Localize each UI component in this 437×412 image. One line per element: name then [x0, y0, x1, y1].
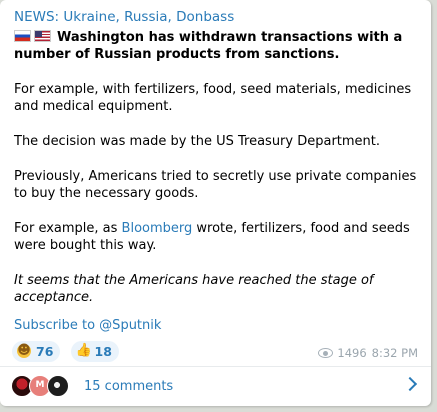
eye-icon: [318, 348, 334, 358]
comments-label[interactable]: 15 comments: [84, 379, 173, 394]
paragraph-3: Previously, Americans tried to secretly …: [14, 169, 417, 201]
post-headline: Washington has withdrawn transactions wi…: [14, 29, 419, 63]
comments-bar[interactable]: M 15 comments: [0, 367, 431, 406]
post-text: Washington has withdrawn transactions wi…: [14, 29, 419, 324]
avatar: [47, 375, 69, 397]
bloomberg-link[interactable]: Bloomberg: [122, 221, 193, 236]
message-time: 8:32 PM: [371, 346, 418, 360]
reaction-count: 18: [94, 343, 112, 359]
flags: [14, 29, 54, 46]
smile-emoji-icon: ☻: [17, 343, 31, 358]
channel-title[interactable]: NEWS: Ukraine, Russia, Donbass: [14, 9, 234, 25]
paragraph-4-prefix: For example, as: [14, 221, 122, 236]
reactions-bar: ☻ 76 👍 18: [12, 339, 124, 362]
paragraph-1: For example, with fertilizers, food, see…: [14, 82, 412, 114]
russia-flag-icon: [14, 30, 31, 42]
paragraph-2: The decision was made by the US Treasury…: [14, 134, 381, 149]
usa-flag-icon: [34, 30, 51, 42]
paragraph-5: It seems that the Americans have reached…: [14, 273, 374, 305]
message-bubble: NEWS: Ukraine, Russia, Donbass Washingto…: [0, 0, 431, 406]
view-count: 1496: [337, 346, 367, 360]
reaction-smile[interactable]: ☻ 76: [12, 340, 61, 362]
reaction-thumbs-up[interactable]: 👍 18: [70, 340, 119, 362]
chevron-right-icon[interactable]: [402, 376, 418, 392]
headline-text: Washington has withdrawn transactions wi…: [14, 30, 403, 62]
subscribe-link[interactable]: Subscribe to @Sputnik: [14, 318, 161, 333]
thumbs-up-emoji-icon: 👍: [75, 343, 92, 358]
paragraph-4: For example, as Bloomberg wrote, fertili…: [14, 220, 419, 254]
reaction-count: 76: [36, 343, 54, 359]
message-meta: 1496 8:32 PM: [318, 346, 418, 360]
